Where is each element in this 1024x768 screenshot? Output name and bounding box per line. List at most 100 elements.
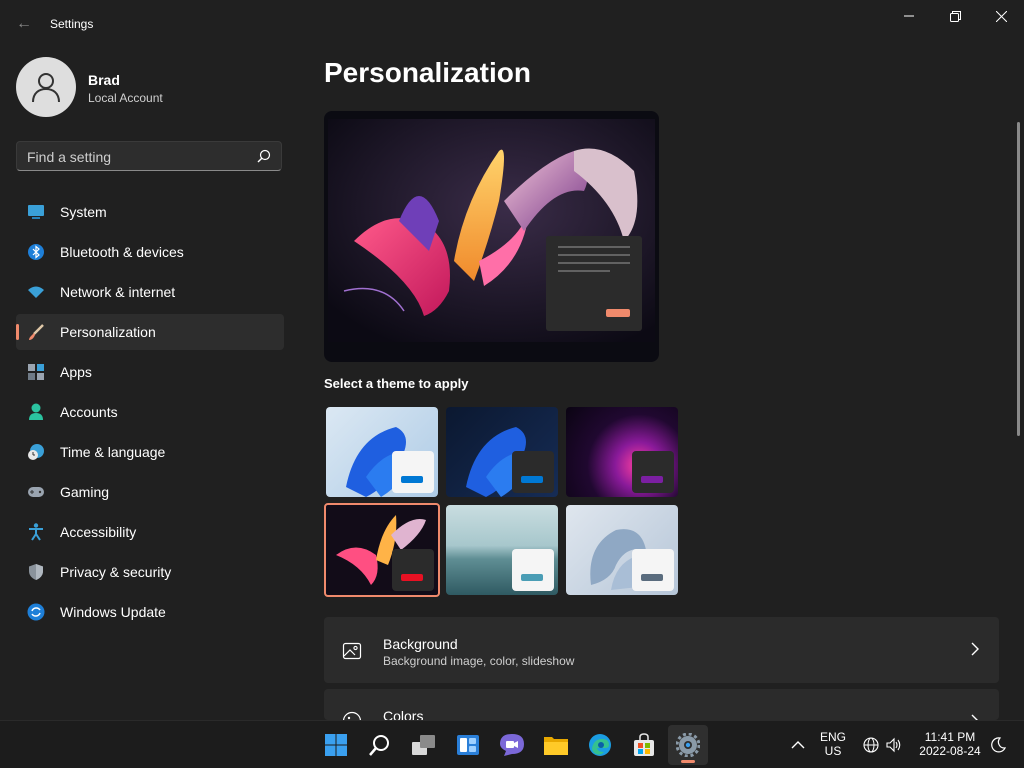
bluetooth-icon xyxy=(26,242,46,262)
user-name: Brad xyxy=(88,72,120,88)
sidebar-item-personalization[interactable]: Personalization xyxy=(16,314,284,350)
brush-icon xyxy=(26,322,46,342)
image-icon xyxy=(342,642,362,660)
person-icon xyxy=(32,73,60,103)
theme-preview xyxy=(324,111,659,362)
task-view-button[interactable] xyxy=(404,725,444,765)
apps-icon xyxy=(26,362,46,382)
search-placeholder: Find a setting xyxy=(27,149,112,165)
show-hidden-icons-button[interactable] xyxy=(786,725,810,765)
theme-thumbnail-light-bloom[interactable] xyxy=(326,407,438,497)
scrollbar[interactable] xyxy=(1017,122,1020,436)
start-button[interactable] xyxy=(316,725,356,765)
start-icon xyxy=(325,734,347,756)
widgets-button[interactable] xyxy=(448,725,488,765)
restore-button[interactable] xyxy=(932,0,978,32)
close-icon xyxy=(995,10,1007,22)
sidebar-item-label: Personalization xyxy=(60,324,156,340)
file-explorer-icon xyxy=(544,737,568,755)
back-button[interactable]: ← xyxy=(14,12,34,36)
edge-button[interactable] xyxy=(580,725,620,765)
theme-swatch xyxy=(392,451,434,493)
clock-globe-icon xyxy=(26,442,46,462)
taskbar: ENG US 11:41 PM 2022-08-24 xyxy=(0,720,1024,768)
theme-thumbnail-glow[interactable] xyxy=(566,407,678,497)
widgets-icon xyxy=(457,735,479,755)
sidebar-item-label: Accounts xyxy=(60,404,118,420)
account-type: Local Account xyxy=(88,91,163,105)
sidebar-item-accounts[interactable]: Accounts xyxy=(16,394,284,430)
theme-swatch xyxy=(632,549,674,591)
volume-status[interactable] xyxy=(883,725,905,765)
sidebar-item-time-language[interactable]: Time & language xyxy=(16,434,284,470)
chat-button[interactable] xyxy=(492,725,532,765)
theme-preview-image xyxy=(328,119,655,342)
sidebar-item-network[interactable]: Network & internet xyxy=(16,274,284,310)
search-input[interactable]: Find a setting xyxy=(16,141,282,171)
language-code: ENG xyxy=(819,730,846,744)
store-button[interactable] xyxy=(624,725,664,765)
sidebar-item-label: Windows Update xyxy=(60,604,166,620)
taskbar-search-button[interactable] xyxy=(360,725,400,765)
sidebar-item-label: Privacy & security xyxy=(60,564,172,580)
colors-setting-card[interactable]: Colors xyxy=(324,689,999,720)
region-code: US xyxy=(824,744,842,758)
theme-swatch xyxy=(512,549,554,591)
close-button[interactable] xyxy=(978,0,1024,32)
sidebar-item-privacy-security[interactable]: Privacy & security xyxy=(16,554,284,590)
theme-thumbnail-flow[interactable] xyxy=(566,505,678,595)
window-title: Settings xyxy=(50,17,94,31)
search-icon xyxy=(257,149,271,163)
sidebar-item-accessibility[interactable]: Accessibility xyxy=(16,514,284,550)
theme-thumbnail-captured-motion[interactable] xyxy=(324,503,440,597)
notifications-button[interactable] xyxy=(988,725,1008,765)
minimize-icon xyxy=(904,15,914,17)
moon-icon xyxy=(991,737,1006,753)
chevron-right-icon xyxy=(971,642,979,656)
palette-icon xyxy=(342,711,362,720)
settings-button[interactable] xyxy=(668,725,708,765)
chevron-up-icon xyxy=(791,741,805,749)
clock[interactable]: 11:41 PM 2022-08-24 xyxy=(912,730,988,758)
sidebar-item-gaming[interactable]: Gaming xyxy=(16,474,284,510)
theme-thumbnail-dark-bloom[interactable] xyxy=(446,407,558,497)
sidebar-nav: System Bluetooth & devices Network & int… xyxy=(16,194,284,634)
sidebar-item-label: System xyxy=(60,204,107,220)
settings-icon xyxy=(676,733,700,757)
accent-bar xyxy=(401,574,423,581)
sidebar-item-windows-update[interactable]: Windows Update xyxy=(16,594,284,630)
date: 2022-08-24 xyxy=(919,744,981,758)
avatar[interactable] xyxy=(16,57,76,117)
page-title: Personalization xyxy=(324,57,531,88)
task-view-icon xyxy=(412,735,435,755)
back-arrow-icon: ← xyxy=(16,15,32,32)
search-icon xyxy=(369,735,389,756)
network-status[interactable] xyxy=(860,725,882,765)
accent-bar xyxy=(641,574,663,581)
theme-heading: Select a theme to apply xyxy=(324,376,469,391)
input-language[interactable]: ENG US xyxy=(814,730,852,758)
restore-icon xyxy=(949,10,961,22)
theme-swatch xyxy=(632,451,674,493)
accent-bar xyxy=(521,574,543,581)
theme-thumbnail-sunrise[interactable] xyxy=(446,505,558,595)
update-icon xyxy=(26,602,46,622)
store-icon xyxy=(634,733,654,756)
time: 11:41 PM xyxy=(924,730,976,744)
sidebar-item-system[interactable]: System xyxy=(16,194,284,230)
background-setting-card[interactable]: Background Background image, color, slid… xyxy=(324,617,999,683)
sidebar-item-apps[interactable]: Apps xyxy=(16,354,284,390)
card-title: Colors xyxy=(383,708,424,720)
sidebar-item-label: Time & language xyxy=(60,444,166,460)
minimize-button[interactable] xyxy=(886,0,932,32)
file-explorer-button[interactable] xyxy=(536,725,576,765)
gamepad-icon xyxy=(26,482,46,502)
card-subtitle: Background image, color, slideshow xyxy=(383,654,575,668)
accent-bar xyxy=(521,476,543,483)
theme-swatch xyxy=(512,451,554,493)
card-title: Background xyxy=(383,636,458,652)
chevron-right-icon xyxy=(971,714,978,720)
wifi-icon xyxy=(26,282,46,302)
sidebar-item-label: Apps xyxy=(60,364,92,380)
sidebar-item-bluetooth[interactable]: Bluetooth & devices xyxy=(16,234,284,270)
